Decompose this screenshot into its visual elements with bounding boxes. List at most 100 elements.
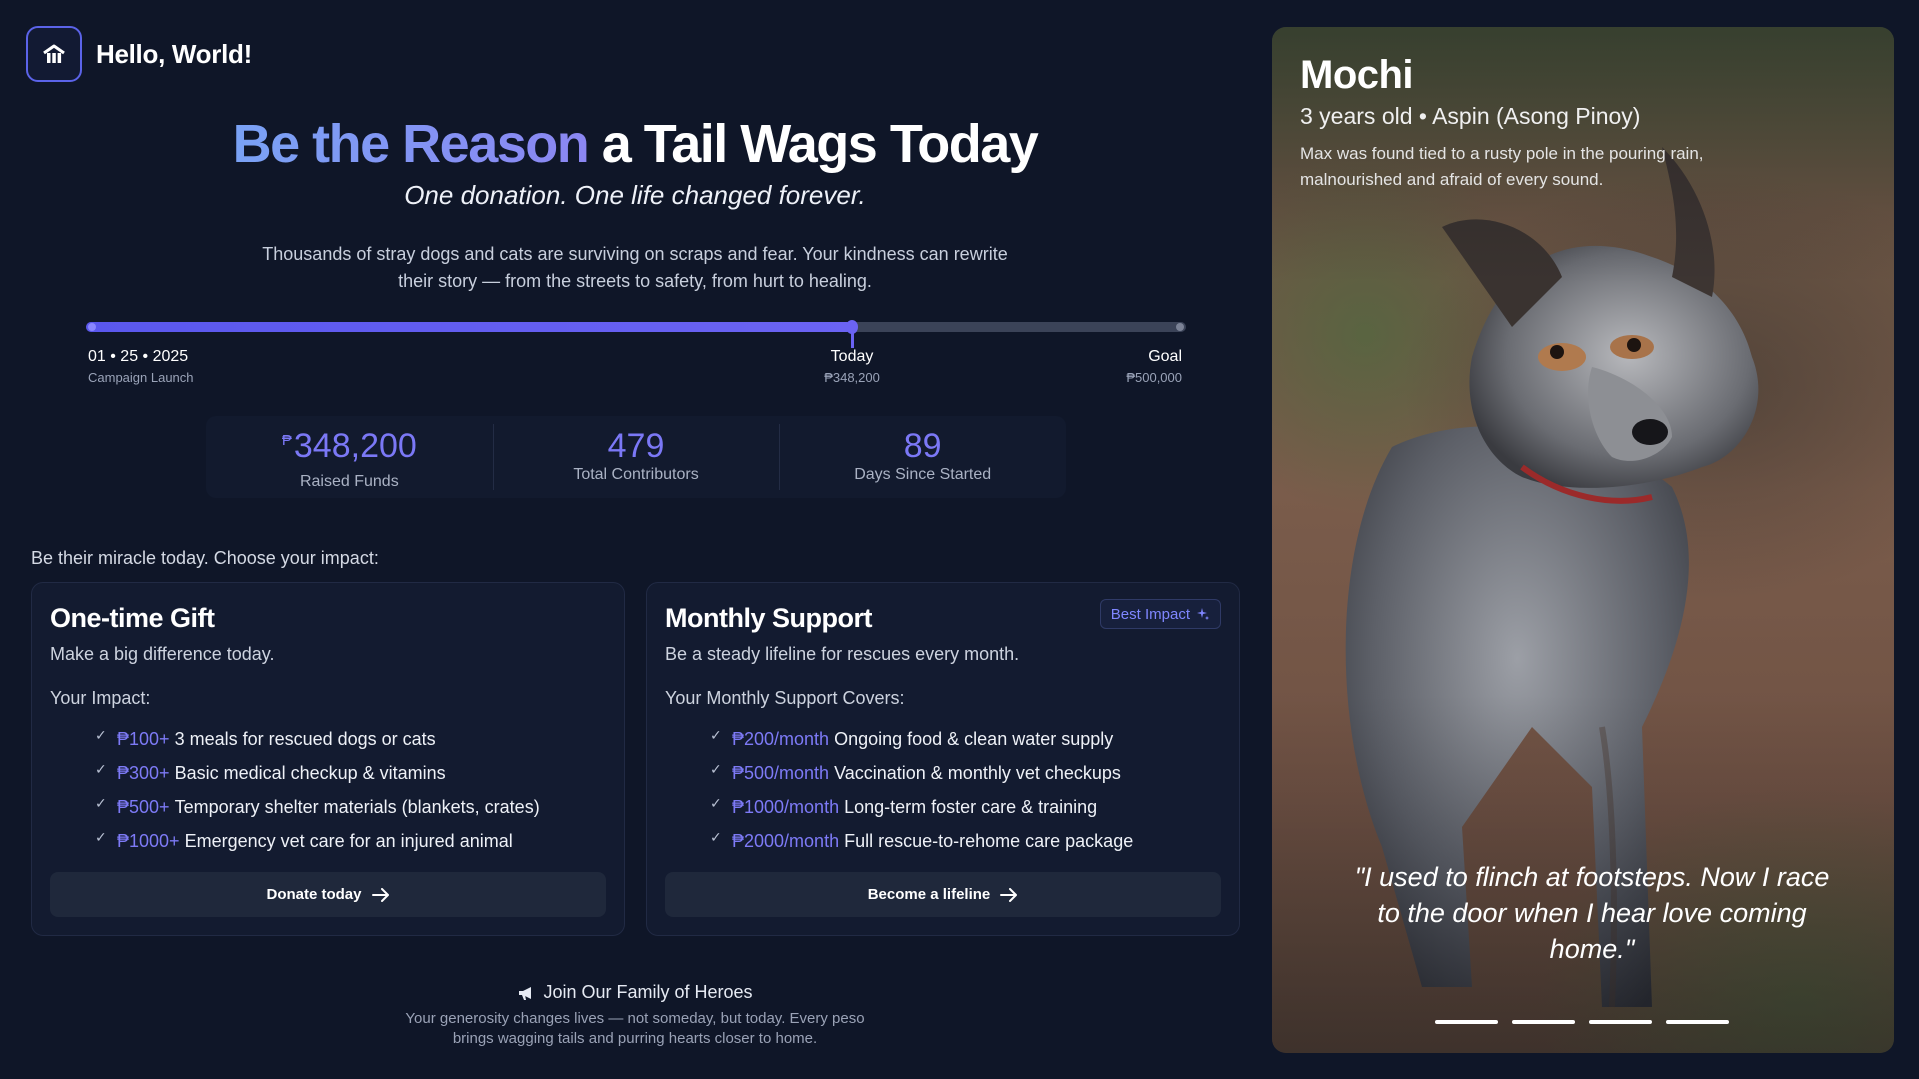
raised-value: 348,200 <box>293 427 417 465</box>
card-subtitle: Be a steady lifeline for rescues every m… <box>665 644 1020 664</box>
list-item: ✓ ₱300+ Basic medical checkup & vitamins <box>95 756 606 790</box>
today-label: Today <box>830 348 874 365</box>
list-item: ✓ ₱100+ 3 meals for rescued dogs or cats <box>95 722 606 756</box>
carousel-indicators[interactable] <box>1435 1020 1729 1024</box>
item-text: Basic medical checkup & vitamins <box>174 762 446 783</box>
item-text: Full rescue-to-rehome care package <box>844 830 1134 851</box>
item-text: Temporary shelter materials (blankets, c… <box>174 796 540 817</box>
stat-value: ₱348,200 <box>206 426 493 473</box>
item-text: Ongoing food & clean water supply <box>834 728 1114 749</box>
carousel-dot[interactable] <box>1435 1020 1498 1024</box>
amount: ₱200/month <box>732 728 830 749</box>
choose-impact-heading: Be their miracle today. Choose your impa… <box>31 548 379 568</box>
stat-total-contributors: 479 Total Contributors <box>492 416 780 498</box>
stat-days-since-started: 89 Days Since Started <box>779 416 1066 498</box>
pet-meta: 3 years old • Aspin (Asong Pinoy) <box>1300 103 1641 129</box>
amount: ₱1000+ <box>117 830 180 851</box>
hero-subtitle: One donation. One life changed forever. <box>404 180 866 210</box>
footer-text: Your generosity changes lives — not some… <box>405 1010 865 1047</box>
become-a-lifeline-button[interactable]: Become a lifeline <box>665 872 1221 917</box>
pet-name: Mochi <box>1300 53 1414 97</box>
goal-amount: ₱500,000 <box>1126 370 1182 385</box>
start-date: 01 • 25 • 2025 <box>88 348 189 365</box>
button-label: Donate today <box>266 886 362 903</box>
stat-label: Days Since Started <box>854 466 992 483</box>
brand[interactable]: Hello, World! <box>26 26 252 82</box>
stat-value: 89 <box>903 427 942 465</box>
sparkle-icon <box>1197 608 1209 620</box>
currency-symbol: ₱ <box>281 432 292 449</box>
footer-title-text: Join Our Family of Heroes <box>543 982 753 1002</box>
card-subtitle: Make a big difference today. <box>50 644 275 664</box>
list-item: ✓ ₱500+ Temporary shelter materials (blank… <box>95 790 606 824</box>
check-icon: ✓ <box>95 726 107 743</box>
check-icon: ✓ <box>710 828 722 845</box>
progress-today-line <box>850 330 854 348</box>
monthly-support-card: Monthly Support Best Impact Be a steady … <box>646 582 1240 936</box>
impact-list: ✓ ₱100+ 3 meals for rescued dogs or cats ✓… <box>50 722 606 858</box>
hero-title-accent: Be the Reason <box>232 114 590 174</box>
pet-story: Max was found tied to a rusty pole in th… <box>1300 144 1704 189</box>
check-icon: ✓ <box>710 760 722 777</box>
stat-raised-funds: ₱348,200 Raised Funds <box>206 416 493 498</box>
amount: ₱2000/month <box>732 830 840 851</box>
footer-title: Join Our Family of Heroes <box>0 982 1270 1003</box>
stat-label: Raised Funds <box>299 473 399 490</box>
amount: ₱300+ <box>117 762 170 783</box>
carousel-dot[interactable] <box>1666 1020 1729 1024</box>
today-amount: ₱348,200 <box>824 370 880 385</box>
brand-name: Hello, World! <box>96 38 252 69</box>
list-item: ✓ ₱1000/month Long-term foster care & trai… <box>710 790 1221 824</box>
campaign-progress: 01 • 25 • 2025 Campaign Launch Today ₱34… <box>86 320 1186 392</box>
badge-label: Best Impact <box>1110 605 1190 623</box>
hero-title: Be the Reason a Tail Wags Today <box>0 112 1270 176</box>
amount: ₱500+ <box>117 796 170 817</box>
item-text: 3 meals for rescued dogs or cats <box>174 728 436 749</box>
start-caption: Campaign Launch <box>88 370 194 385</box>
check-icon: ✓ <box>710 726 722 743</box>
amount: ₱500/month <box>732 762 830 783</box>
progress-start-label: 01 • 25 • 2025 Campaign Launch <box>88 348 194 385</box>
stats-panel: ₱348,200 Raised Funds 479 Total Contribu… <box>206 416 1066 498</box>
item-text: Long-term foster care & training <box>844 796 1098 817</box>
footer: Join Our Family of Heroes Your generosit… <box>0 982 1270 1049</box>
impact-heading: Your Monthly Support Covers: <box>665 688 905 708</box>
progress-fill <box>86 322 853 332</box>
hero-description: Thousands of stray dogs and cats are sur… <box>262 244 1008 291</box>
goal-label: Goal <box>1148 348 1182 365</box>
amount: ₱100+ <box>117 728 170 749</box>
amount: ₱1000/month <box>732 796 840 817</box>
donation-page: Hello, World! Be the Reason a Tail Wags … <box>0 0 1919 1079</box>
item-text: Vaccination & monthly vet checkups <box>834 762 1121 783</box>
carousel-dot[interactable] <box>1589 1020 1652 1024</box>
donate-today-button[interactable]: Donate today <box>50 872 606 917</box>
list-item: ✓ ₱1000+ Emergency vet care for an injured… <box>95 824 606 858</box>
one-time-gift-card: One-time Gift Make a big difference toda… <box>31 582 625 936</box>
impact-list: ✓ ₱200/month Ongoing food & clean water su… <box>665 722 1221 858</box>
hero-title-rest: a Tail Wags Today <box>588 114 1039 174</box>
check-icon: ✓ <box>710 794 722 811</box>
pet-photo-card: Mochi 3 years old • Aspin (Asong Pinoy) … <box>1272 27 1894 1053</box>
home-paw-icon[interactable] <box>26 26 82 82</box>
progress-goal-dot <box>1176 323 1184 331</box>
progress-goal-label: Goal ₱500,000 <box>1126 348 1182 385</box>
megaphone-icon <box>519 986 532 1000</box>
button-label: Become a lifeline <box>867 886 991 903</box>
arrow-right-icon <box>371 887 389 902</box>
arrow-right-icon <box>1000 887 1018 902</box>
carousel-dot[interactable] <box>1512 1020 1575 1024</box>
item-text: Emergency vet care for an injured animal <box>184 830 513 851</box>
check-icon: ✓ <box>95 828 107 845</box>
stat-label: Total Contributors <box>573 466 699 483</box>
card-title: One-time Gift <box>50 603 215 633</box>
check-icon: ✓ <box>95 760 107 777</box>
progress-today-label: Today ₱348,200 <box>824 348 880 385</box>
list-item: ✓ ₱2000/month Full rescue-to-rehome care p… <box>710 824 1221 858</box>
impact-heading: Your Impact: <box>50 688 151 708</box>
list-item: ✓ ₱200/month Ongoing food & clean water su… <box>710 722 1221 756</box>
pet-quote: "I used to flinch at footsteps. Now I ra… <box>1354 862 1830 964</box>
stat-value: 479 <box>607 427 665 465</box>
progress-start-dot <box>88 323 96 331</box>
best-impact-badge: Best Impact <box>1099 599 1221 629</box>
list-item: ✓ ₱500/month Vaccination & monthly vet che… <box>710 756 1221 790</box>
